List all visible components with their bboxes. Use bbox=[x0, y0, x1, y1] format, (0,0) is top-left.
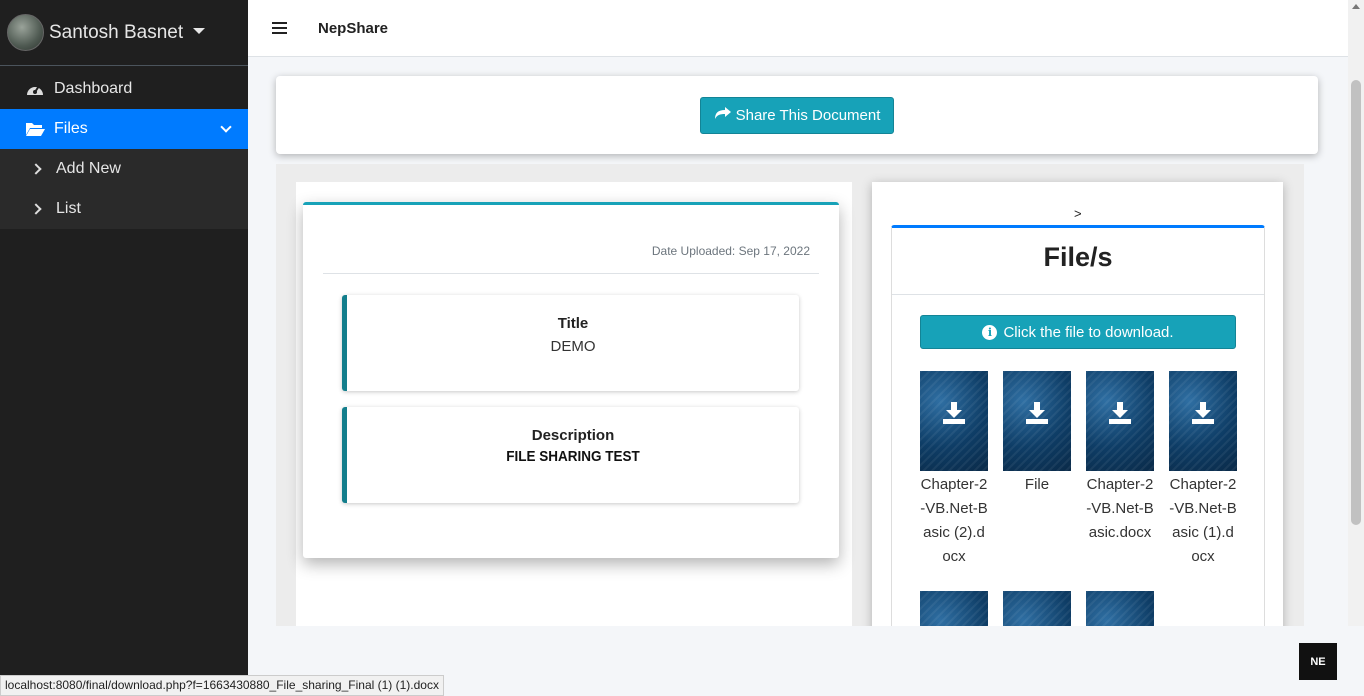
sidebar-item-files[interactable]: Files bbox=[0, 109, 248, 149]
hamburger-menu-icon[interactable] bbox=[272, 22, 287, 34]
folder-open-icon bbox=[25, 121, 45, 137]
file-name[interactable]: Chapter-2-VB.Net-Basic.docx bbox=[1086, 473, 1154, 545]
file-name[interactable]: Chapter-2-VB.Net-Basic (2).docx bbox=[920, 473, 988, 569]
sidebar-item-label: List bbox=[56, 200, 81, 217]
description-label: Description bbox=[531, 427, 615, 444]
file-thumbnail[interactable] bbox=[920, 371, 988, 471]
top-navbar: NepShare bbox=[248, 0, 1348, 57]
download-hint-button[interactable]: i Click the file to download. bbox=[920, 315, 1236, 349]
divider bbox=[323, 273, 819, 274]
sidebar-item-list[interactable]: List bbox=[0, 189, 248, 229]
file-item[interactable] bbox=[1086, 591, 1154, 626]
file-thumbnail[interactable] bbox=[1086, 371, 1154, 471]
share-button-label: Share This Document bbox=[735, 106, 881, 124]
chevron-right-icon bbox=[30, 203, 42, 215]
file-name[interactable]: File bbox=[1003, 473, 1071, 497]
file-thumbnail[interactable] bbox=[1169, 371, 1237, 471]
breadcrumb: > bbox=[1074, 206, 1082, 221]
document-card: Date Uploaded: Sep 17, 2022 Title DEMO D… bbox=[303, 202, 839, 558]
download-icon bbox=[943, 402, 965, 424]
date-uploaded: Date Uploaded: Sep 17, 2022 bbox=[651, 244, 810, 258]
download-hint-label: Click the file to download. bbox=[1003, 323, 1174, 341]
files-heading: File/s bbox=[1043, 242, 1113, 272]
sidebar-item-add-new[interactable]: Add New bbox=[0, 149, 248, 189]
sidebar-item-label: Add New bbox=[56, 160, 121, 177]
file-thumbnail[interactable] bbox=[1003, 371, 1071, 471]
file-item[interactable]: Chapter-2-VB.Net-Basic (2).docx bbox=[920, 371, 988, 569]
main-content: Share This Document Date Uploaded: Sep 1… bbox=[263, 58, 1332, 626]
download-icon bbox=[1026, 402, 1048, 424]
sidebar-item-label: Files bbox=[54, 120, 88, 137]
scrollbar-thumb[interactable] bbox=[1351, 80, 1361, 525]
status-bar-url: localhost:8080/final/download.php?f=1663… bbox=[0, 675, 444, 696]
tachometer-icon bbox=[25, 80, 45, 98]
scroll-up-arrow-icon[interactable] bbox=[1352, 4, 1360, 9]
info-icon: i bbox=[982, 324, 998, 340]
chevron-right-icon bbox=[30, 163, 42, 175]
file-thumbnail[interactable] bbox=[1003, 591, 1071, 626]
file-name[interactable]: Chapter-2-VB.Net-Basic (1).docx bbox=[1169, 473, 1237, 569]
sidebar-item-dashboard[interactable]: Dashboard bbox=[0, 69, 248, 109]
download-icon bbox=[1192, 402, 1214, 424]
file-item[interactable] bbox=[920, 591, 988, 626]
caret-down-icon bbox=[193, 27, 206, 34]
download-icon bbox=[1109, 402, 1131, 424]
chevron-down-icon bbox=[220, 121, 232, 133]
share-icon bbox=[714, 106, 732, 124]
avatar bbox=[7, 14, 44, 51]
file-item[interactable]: File bbox=[1003, 371, 1071, 497]
user-name: Santosh Basnet bbox=[49, 21, 184, 43]
files-card: File/s i Click the file to download. Cha… bbox=[891, 225, 1265, 626]
divider bbox=[892, 294, 1264, 295]
sidebar: Santosh Basnet Dashboard Files Add New L… bbox=[0, 0, 248, 696]
brand-name[interactable]: NepShare bbox=[318, 20, 388, 37]
description-box: Description FILE SHARING TEST bbox=[342, 407, 799, 503]
title-value: DEMO bbox=[550, 338, 596, 355]
user-panel[interactable]: Santosh Basnet bbox=[0, 0, 248, 66]
description-value: FILE SHARING TEST bbox=[506, 448, 640, 465]
share-card: Share This Document bbox=[276, 76, 1318, 154]
file-item[interactable]: Chapter-2-VB.Net-Basic.docx bbox=[1086, 371, 1154, 545]
title-box: Title DEMO bbox=[342, 295, 799, 391]
file-item[interactable] bbox=[1003, 591, 1071, 626]
files-panel: > File/s i Click the file to download. C… bbox=[872, 182, 1283, 626]
sidebar-item-label: Dashboard bbox=[54, 80, 133, 97]
ne-badge[interactable]: NE bbox=[1299, 643, 1337, 680]
file-thumbnail[interactable] bbox=[920, 591, 988, 626]
file-item[interactable]: Chapter-2-VB.Net-Basic (1).docx bbox=[1169, 371, 1237, 569]
scrollbar[interactable] bbox=[1348, 0, 1364, 626]
title-label: Title bbox=[557, 315, 589, 332]
file-thumbnail[interactable] bbox=[1086, 591, 1154, 626]
share-document-button[interactable]: Share This Document bbox=[699, 96, 895, 134]
